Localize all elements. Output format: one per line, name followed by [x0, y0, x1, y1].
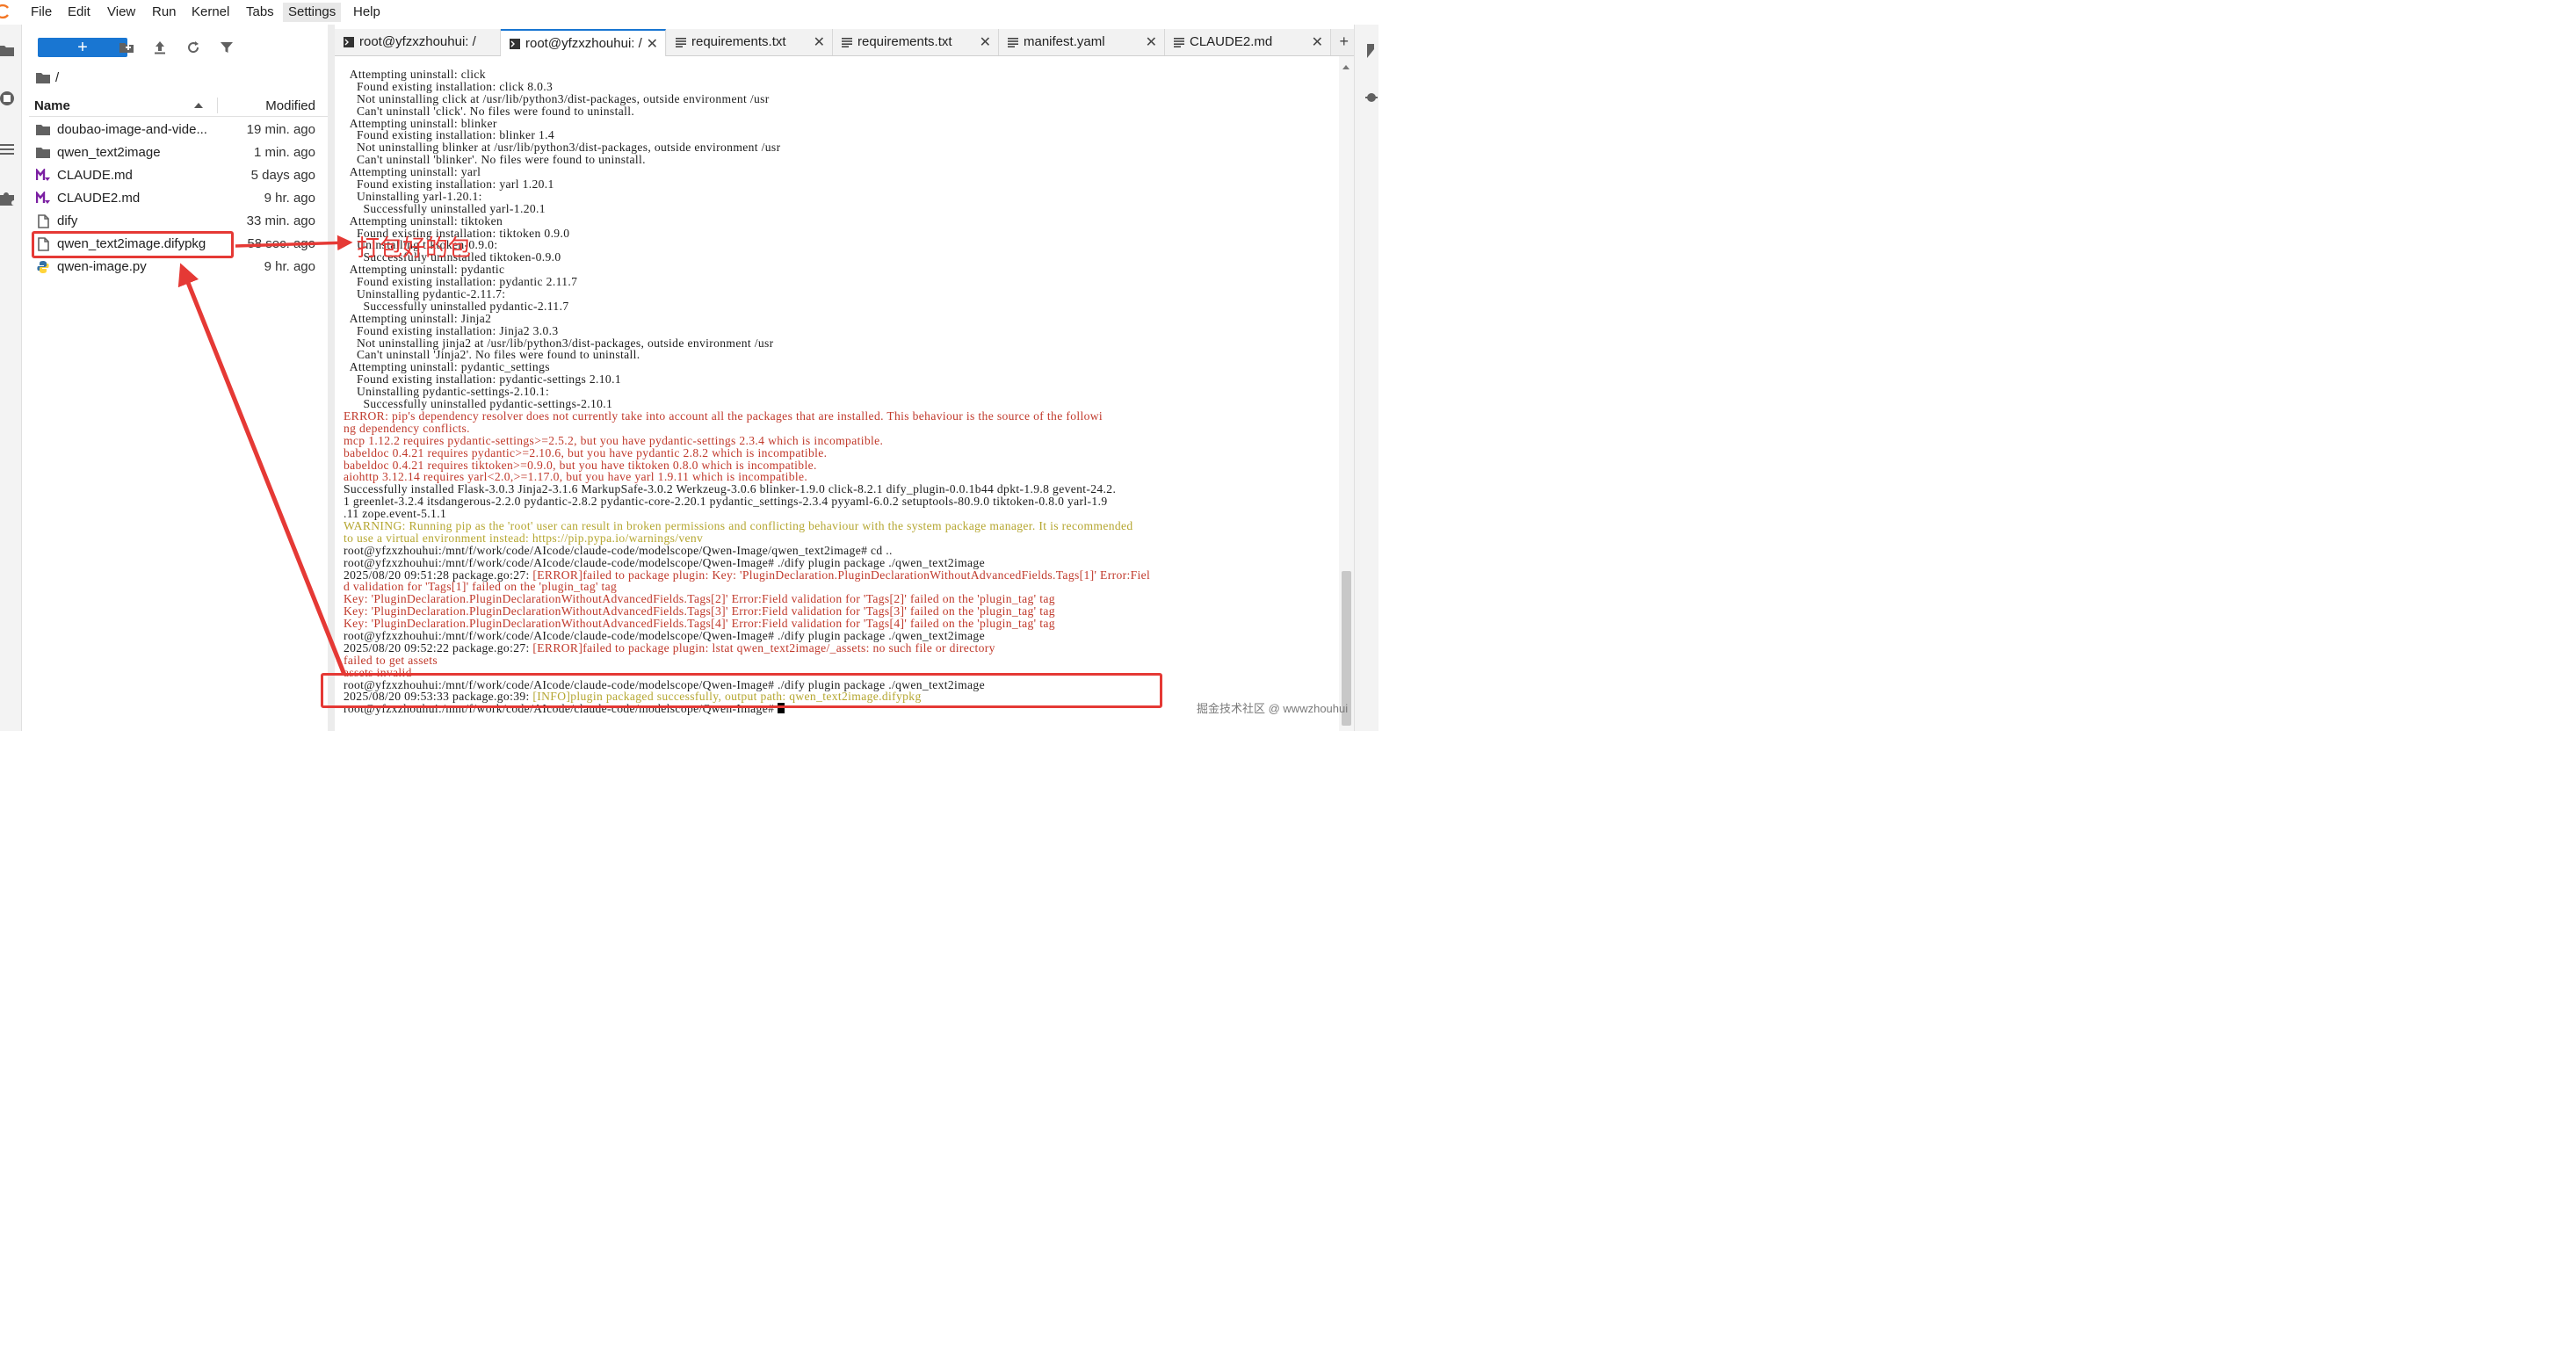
watermark: 掘金技术社区 @ wwwzhouhui [1197, 702, 1349, 715]
arrow-to-label [235, 235, 353, 251]
annotation-arrows [177, 235, 353, 676]
arrow-from-output [177, 263, 347, 676]
